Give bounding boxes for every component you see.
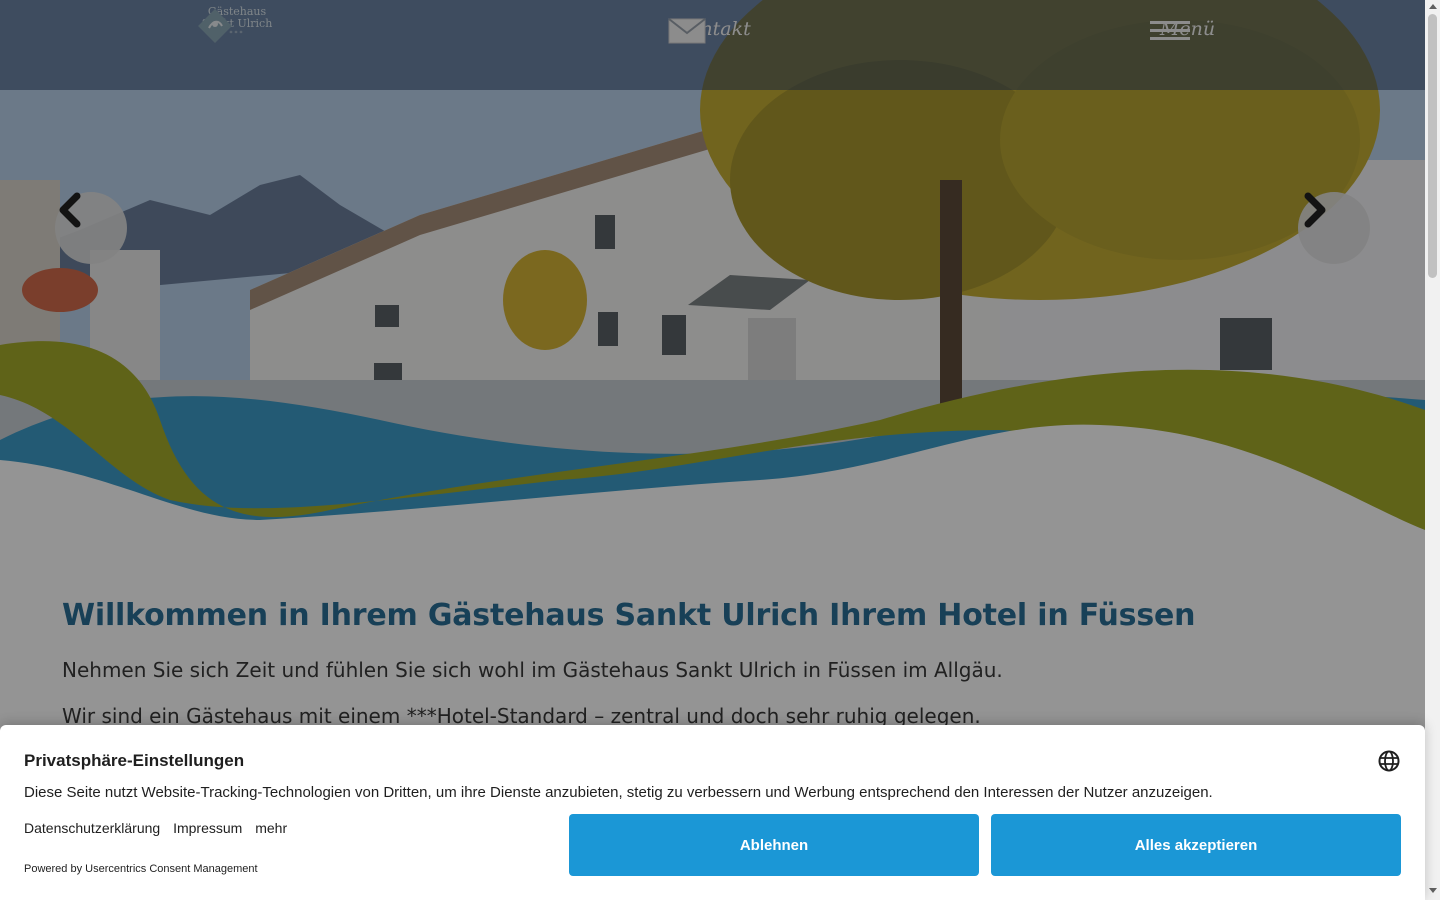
consent-links: Datenschutzerklärung Impressum mehr <box>24 820 296 836</box>
scroll-thumb[interactable] <box>1428 14 1437 278</box>
privacy-policy-link[interactable]: Datenschutzerklärung <box>24 820 160 836</box>
globe-icon[interactable] <box>1377 749 1401 773</box>
scroll-down-arrow[interactable] <box>1429 888 1437 893</box>
scroll-up-arrow[interactable] <box>1429 4 1437 9</box>
imprint-link[interactable]: Impressum <box>173 820 242 836</box>
consent-description: Diese Seite nutzt Website-Tracking-Techn… <box>24 784 1213 801</box>
more-link[interactable]: mehr <box>255 820 287 836</box>
consent-title: Privatsphäre-Einstellungen <box>24 751 245 770</box>
page-scrollbar[interactable] <box>1425 0 1440 900</box>
deny-button[interactable]: Ablehnen <box>569 814 979 876</box>
powered-by-text: Powered by Usercentrics Consent Manageme… <box>24 863 258 875</box>
consent-banner: Privatsphäre-Einstellungen Diese Seite n… <box>0 725 1425 900</box>
accept-all-button[interactable]: Alles akzeptieren <box>991 814 1401 876</box>
